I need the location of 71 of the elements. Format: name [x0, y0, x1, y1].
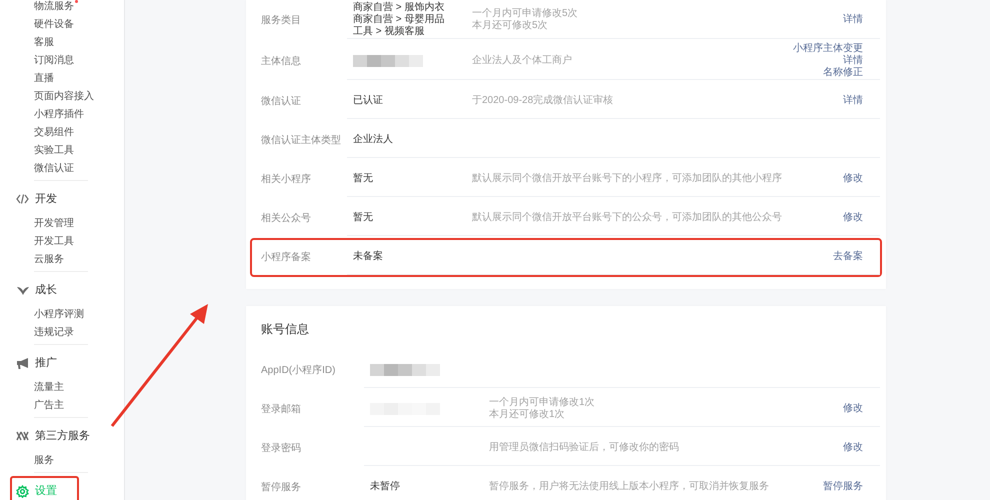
row-description: 用管理员微信扫码验证后，可修改你的密码 [489, 442, 680, 454]
row-description: 暂停服务，用户将无法使用线上版本小程序，可取消并恢复服务 [489, 481, 770, 493]
row-description: 默认展示同个微信开放平台账号下的公众号，可添加团队的其他公众号 [472, 212, 783, 224]
row-description: 默认展示同个微信开放平台账号下的小程序，可添加团队的其他小程序 [472, 173, 783, 185]
action-link[interactable]: 修改 [843, 173, 863, 185]
redacted-value [353, 55, 423, 67]
sidebar-item[interactable]: 流量主 [34, 380, 64, 394]
row-label: AppID(小程序ID) [261, 364, 336, 378]
row-value: 未备案 [353, 251, 384, 263]
action-link[interactable]: 暂停服务 [823, 481, 863, 493]
row-label: 相关小程序 [261, 172, 311, 187]
row-value: 企业法人 [353, 134, 394, 146]
row-label: 主体信息 [261, 54, 301, 69]
action-link[interactable]: 名称修正 [823, 67, 863, 79]
row-label: 暂停服务 [261, 480, 301, 495]
row-label: 微信认证 [261, 95, 301, 109]
action-link[interactable]: 小程序主体变更 [793, 43, 863, 55]
action-link[interactable]: 修改 [843, 403, 863, 415]
megaphone-icon [16, 358, 28, 368]
sidebar-item[interactable]: 云服务 [34, 252, 64, 266]
action-link[interactable]: 详情 [843, 14, 863, 26]
row-label: 登录邮箱 [261, 402, 301, 417]
row-value: 商家自营 > 服饰内衣 [353, 2, 446, 14]
sidebar-group[interactable]: 成长 [16, 282, 57, 298]
sidebar-item[interactable]: 页面内容接入 [34, 88, 94, 104]
row-description: 一个月内可申请修改1次 [489, 397, 596, 408]
sidebar-item[interactable]: 小程序插件 [34, 106, 84, 122]
row-value: 暂无 [353, 212, 374, 224]
action-link[interactable]: 详情 [843, 55, 863, 67]
leaf-icon [16, 285, 28, 295]
sidebar-item[interactable]: 服务 [34, 452, 54, 468]
sidebar-item[interactable]: 实验工具 [34, 142, 74, 158]
crossed-lines-icon [16, 431, 29, 441]
row-label: 微信认证主体类型 [261, 134, 341, 148]
sidebar-item[interactable]: 物流服务 [34, 0, 78, 14]
sidebar-item[interactable]: 微信认证 [34, 160, 74, 176]
sidebar-item[interactable]: 小程序评测 [34, 306, 84, 322]
sidebar-group[interactable]: 第三方服务 [16, 428, 90, 444]
row-description: 本月还可修改5次 [472, 20, 549, 32]
sidebar-group[interactable]: 推广 [16, 354, 57, 372]
sidebar-item[interactable]: 违规记录 [34, 324, 74, 340]
sidebar-item[interactable]: 硬件设备 [34, 16, 74, 32]
sidebar-item[interactable]: 客服 [34, 34, 54, 50]
sidebar-item[interactable]: 交易组件 [34, 124, 74, 140]
row-label: 相关公众号 [261, 212, 311, 226]
code-icon [16, 194, 29, 204]
row-value: 已认证 [353, 95, 384, 107]
row-value: 商家自营 > 母婴用品 [353, 14, 446, 26]
row-label: 服务类目 [261, 14, 301, 28]
sidebar-item[interactable]: 开发工具 [34, 234, 74, 248]
row-label: 登录密码 [261, 442, 301, 456]
row-label: 小程序备案 [261, 250, 311, 265]
sidebar-item[interactable]: 广告主 [34, 398, 64, 412]
card-title: 账号信息 [261, 320, 309, 338]
sidebar-group[interactable]: 开发 [16, 190, 57, 208]
redacted-value [370, 364, 440, 376]
row-value: 暂无 [353, 173, 374, 185]
action-link[interactable]: 修改 [843, 212, 863, 224]
row-description: 于2020-09-28完成微信认证审核 [472, 95, 614, 107]
action-link[interactable]: 去备案 [833, 251, 863, 263]
row-value: 未暂停 [370, 481, 401, 493]
sidebar-item[interactable]: 开发管理 [34, 216, 74, 230]
row-description: 一个月内可申请修改5次 [472, 8, 579, 20]
settings-icon [16, 484, 29, 498]
row-value: 工具 > 视频客服 [353, 26, 426, 38]
row-description: 企业法人及个体工商户 [472, 55, 573, 67]
action-link[interactable]: 详情 [843, 95, 863, 107]
sidebar-item[interactable]: 订阅消息 [34, 52, 74, 68]
action-link[interactable]: 修改 [843, 442, 863, 454]
row-description: 本月还可修改1次 [489, 409, 566, 421]
sidebar-item[interactable]: 直播 [34, 70, 54, 86]
